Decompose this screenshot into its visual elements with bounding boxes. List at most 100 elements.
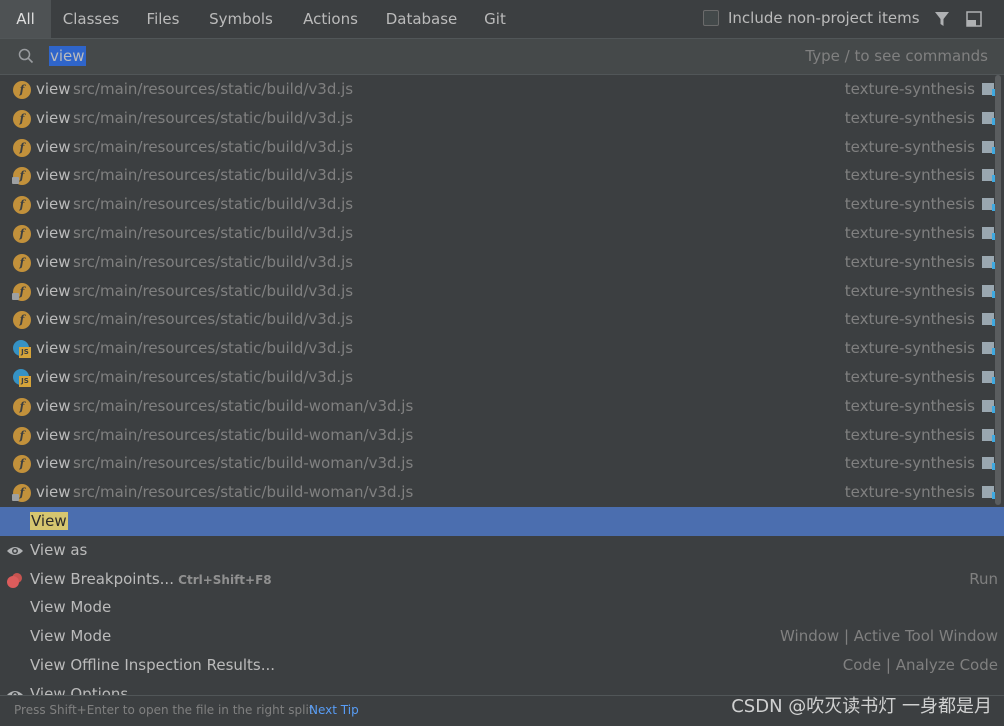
function-locked-icon: f <box>12 167 31 186</box>
result-module: texture-synthesis <box>844 80 975 98</box>
function-glyph-icon: f <box>13 109 31 128</box>
lock-icon <box>12 292 19 300</box>
action-label-text: View Mode <box>30 598 112 617</box>
include-non-project-checkbox[interactable] <box>703 10 719 26</box>
function-glyph-icon: f <box>13 225 31 243</box>
tab-files[interactable]: Files <box>131 0 195 38</box>
result-row[interactable]: f view src/main/resources/static/build-wom… <box>0 478 1004 507</box>
result-path: src/main/resources/static/build/v3d.js <box>73 80 354 98</box>
function-glyph-icon: f <box>13 397 31 416</box>
result-module: texture-synthesis <box>844 224 975 242</box>
result-row[interactable]: f view src/main/resources/static/build/v3d… <box>0 305 1004 334</box>
result-path: src/main/resources/static/build-woman/v3… <box>73 454 414 473</box>
result-row[interactable]: f view src/main/resources/static/build-wom… <box>0 392 1004 421</box>
breakpoints-icon <box>7 572 22 588</box>
module-folder-icon <box>982 111 1000 125</box>
result-name: view <box>36 368 71 386</box>
action-shortcut: Ctrl+Shift+F8 <box>173 572 272 587</box>
result-path: src/main/resources/static/build-woman/v3… <box>73 396 414 415</box>
next-tip-link[interactable]: Next Tip <box>309 696 359 724</box>
result-row[interactable]: f view src/main/resources/static/build/v3d… <box>0 104 1004 133</box>
tab-database[interactable]: Database <box>374 0 469 38</box>
result-name: view <box>36 166 71 185</box>
watermark: CSDN @吹灭读书灯 一身都是月 <box>731 696 992 717</box>
tab-git[interactable]: Git <box>469 0 521 38</box>
action-row[interactable]: View as <box>0 536 1004 565</box>
result-name: view <box>36 195 71 214</box>
tab-symbols[interactable]: Symbols <box>195 0 287 38</box>
function-icon: f <box>13 397 31 416</box>
result-row[interactable]: f view src/main/resources/static/build/v3d… <box>0 133 1004 162</box>
result-name: view <box>36 396 71 415</box>
action-label: View Mode <box>30 593 111 622</box>
search-everywhere-tabbar: All Classes Files Symbols Actions Databa… <box>0 0 1004 39</box>
tab-classes[interactable]: Classes <box>51 0 131 38</box>
result-row[interactable]: f view src/main/resources/static/build/v3d… <box>0 219 1004 248</box>
function-icon: f <box>13 109 31 128</box>
result-module: texture-synthesis <box>844 454 975 473</box>
result-path: src/main/resources/static/build/v3d.js <box>73 368 354 386</box>
function-locked-icon: f <box>12 282 31 301</box>
module-folder-icon <box>982 169 1000 183</box>
result-path: src/main/resources/static/build/v3d.js <box>73 252 354 271</box>
action-group: Run <box>969 569 998 588</box>
result-row[interactable]: f view src/main/resources/static/build-wom… <box>0 421 1004 450</box>
eye-icon <box>7 690 23 695</box>
result-row[interactable]: f view src/main/resources/static/build/v3d… <box>0 75 1004 104</box>
result-row[interactable]: JS view src/main/resources/static/build/v3… <box>0 363 1004 392</box>
result-module: texture-synthesis <box>844 483 975 502</box>
filter-icon[interactable] <box>934 11 950 27</box>
result-row[interactable]: f view src/main/resources/static/build/v3d… <box>0 161 1004 190</box>
action-row[interactable]: View Mode <box>0 593 1004 622</box>
tab-all[interactable]: All <box>0 0 51 38</box>
results-scrollbar[interactable] <box>995 75 1001 505</box>
function-icon: f <box>13 426 31 445</box>
action-row[interactable]: View Mode Window | Active Tool Window <box>0 622 1004 651</box>
result-module: texture-synthesis <box>844 137 975 156</box>
function-glyph-icon: f <box>13 455 31 474</box>
results-list: f view src/main/resources/static/build/v3d… <box>0 75 1004 695</box>
module-folder-icon <box>982 457 1000 471</box>
action-label: View Offline Inspection Results... <box>30 651 275 680</box>
result-row[interactable]: f view src/main/resources/static/build-wom… <box>0 449 1004 478</box>
result-name: view <box>36 425 71 444</box>
tab-actions[interactable]: Actions <box>287 0 374 38</box>
result-module: texture-synthesis <box>844 425 975 444</box>
result-name: view <box>36 483 71 502</box>
js-class-icon: JS <box>13 369 31 387</box>
result-row[interactable]: f view src/main/resources/static/build/v3d… <box>0 277 1004 306</box>
action-label-text: View Options <box>30 684 129 695</box>
result-path: src/main/resources/static/build-woman/v3… <box>73 425 414 444</box>
module-folder-icon <box>982 284 1000 298</box>
result-module: texture-synthesis <box>844 310 975 329</box>
action-row[interactable]: View Offline Inspection Results... Code |… <box>0 651 1004 680</box>
preview-panel-icon[interactable] <box>966 11 982 27</box>
footer-tip: Press Shift+Enter to open the file in th… <box>14 703 314 717</box>
result-module: texture-synthesis <box>844 166 975 185</box>
js-class-icon-body: JS <box>13 369 31 387</box>
search-input[interactable]: view <box>49 46 86 66</box>
result-row[interactable]: f view src/main/resources/static/build/v3d… <box>0 248 1004 277</box>
js-class-icon-body: JS <box>13 340 31 359</box>
module-folder-icon <box>982 399 1000 413</box>
function-glyph-icon: f <box>13 311 31 330</box>
result-row[interactable]: JS view src/main/resources/static/build/v3… <box>0 334 1004 363</box>
result-module: texture-synthesis <box>844 252 975 271</box>
result-module: texture-synthesis <box>844 195 975 214</box>
result-row[interactable]: f view src/main/resources/static/build/v3d… <box>0 190 1004 219</box>
module-folder-icon <box>982 313 1000 327</box>
action-row[interactable]: View Breakpoints... Ctrl+Shift+F8 Run <box>0 565 1004 594</box>
result-name: view <box>36 281 71 300</box>
module-folder-icon <box>982 198 1000 212</box>
footer-tip-bar: Press Shift+Enter to open the file in th… <box>0 695 1004 726</box>
result-path: src/main/resources/static/build/v3d.js <box>73 166 354 185</box>
action-row[interactable]: View <box>0 507 1004 536</box>
action-label: View Options <box>30 680 128 695</box>
lock-icon <box>12 494 19 502</box>
search-row: view Type / to see commands <box>0 39 1004 75</box>
result-name: view <box>36 137 71 156</box>
function-icon: f <box>13 225 31 243</box>
search-icon <box>18 48 34 64</box>
js-badge-icon: JS <box>19 376 31 387</box>
function-icon: f <box>13 455 31 474</box>
